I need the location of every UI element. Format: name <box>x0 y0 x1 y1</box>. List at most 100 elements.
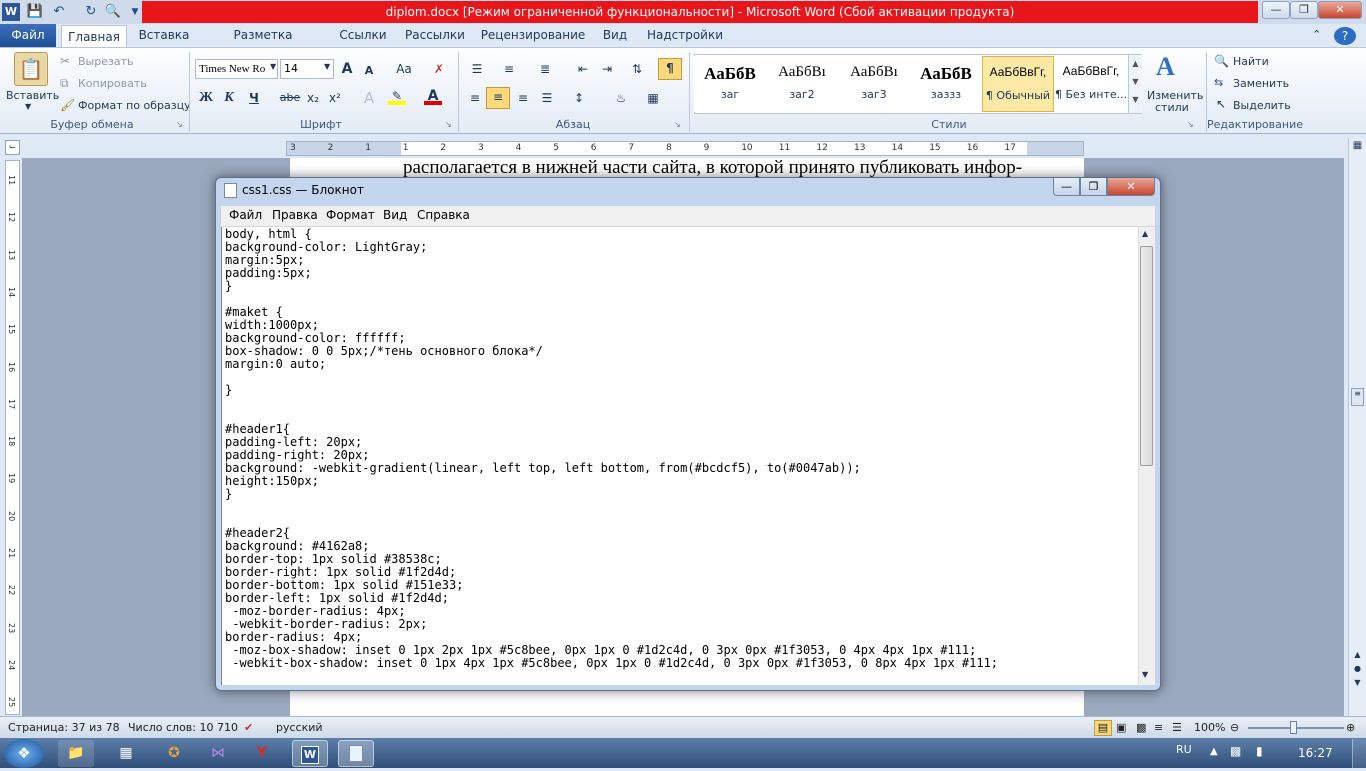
italic-button[interactable]: К <box>220 89 238 107</box>
print-layout-icon[interactable]: ▤ <box>1094 720 1112 736</box>
calculator-taskbar-icon[interactable]: ▦ <box>108 740 144 767</box>
print-preview-icon[interactable]: 🔍 <box>104 3 122 21</box>
visual-studio-taskbar-icon[interactable]: ⋈ <box>200 740 236 767</box>
start-button[interactable]: ❖ <box>4 739 44 768</box>
language-indicator[interactable]: RU <box>1176 743 1192 756</box>
increase-indent-icon[interactable]: ⇥ <box>598 60 616 78</box>
notepad-taskbar-icon[interactable] <box>338 740 374 767</box>
status-language[interactable]: русский <box>276 717 323 739</box>
align-right-icon[interactable]: ≡ <box>514 89 532 107</box>
zoom-slider-thumb[interactable] <box>1290 721 1297 734</box>
redo-icon[interactable]: ↻ <box>82 3 100 21</box>
clear-formatting-icon[interactable]: ✗ <box>430 60 448 78</box>
notepad-text-area[interactable]: body, html { background-color: LightGray… <box>221 227 1138 685</box>
tab-selector-icon[interactable]: ⌙ <box>5 140 20 155</box>
spelling-icon[interactable]: ✔ <box>244 717 253 739</box>
paste-icon[interactable]: 📋 <box>14 52 48 86</box>
zoom-level[interactable]: 100% <box>1194 717 1225 739</box>
status-page[interactable]: Страница: 37 из 78 <box>8 717 120 739</box>
justify-icon[interactable]: ☰ <box>538 89 556 107</box>
tab-insert[interactable]: Вставка <box>136 24 192 47</box>
tray-expand-icon[interactable]: ▲ <box>1210 746 1218 757</box>
change-styles-button-line2[interactable]: стили <box>1155 101 1189 114</box>
document-scrollbar[interactable]: ▦ ≡ ▲ ● ▼ <box>1348 138 1366 716</box>
style-item-no-spacing[interactable]: АаБбВвГг, ¶ Без инте... <box>1055 56 1127 112</box>
borders-icon[interactable]: ▦ <box>644 89 662 107</box>
word-taskbar-icon[interactable]: W <box>292 740 328 767</box>
select-button[interactable]: Выделить <box>1233 99 1291 112</box>
replace-button[interactable]: Заменить <box>1233 77 1289 90</box>
ruler-toggle-icon[interactable]: ▦ <box>1350 140 1365 156</box>
format-painter-button[interactable]: Формат по образцу <box>78 99 191 112</box>
status-words[interactable]: Число слов: 10 710 <box>128 717 238 739</box>
sort-icon[interactable]: ⇅ <box>628 60 646 78</box>
dialog-launcher-icon[interactable]: ↘ <box>674 120 681 129</box>
ribbon-minimize-icon[interactable]: ⌃ <box>1312 28 1321 41</box>
subscript-button[interactable]: x₂ <box>304 89 322 107</box>
text-effects-icon[interactable]: A <box>360 89 378 107</box>
menu-view[interactable]: Вид <box>383 208 407 222</box>
horizontal-ruler[interactable]: 3 2 1 1 2 3 4 5 6 7 8 9 10 11 12 13 14 15 16 17 <box>286 141 1084 156</box>
tab-view[interactable]: Вид <box>598 24 632 47</box>
app-taskbar-icon[interactable]: ✪ <box>156 740 192 767</box>
full-reading-icon[interactable]: ▣ <box>1116 717 1126 739</box>
cut-button[interactable]: Вырезать <box>78 55 133 68</box>
font-name-field[interactable]: Times New Ro <box>195 59 278 79</box>
dialog-launcher-icon[interactable]: ↘ <box>176 120 183 129</box>
dialog-launcher-icon[interactable]: ↘ <box>445 120 452 129</box>
save-icon[interactable]: 💾 <box>26 3 44 21</box>
browse-buttons[interactable]: ▲ ● ▼ <box>1351 648 1364 690</box>
tab-page-layout[interactable]: Разметка страницы <box>204 24 322 65</box>
style-item-zazzz[interactable]: АаБбВ заззз <box>910 56 982 112</box>
explorer-taskbar-icon[interactable]: 📁 <box>58 740 94 767</box>
align-left-icon[interactable]: ≡ <box>466 89 484 107</box>
vertical-ruler[interactable]: 11 12 13 14 15 16 17 18 19 20 21 22 23 24 25 <box>5 160 20 715</box>
align-center-button[interactable]: ≡ <box>486 87 510 109</box>
scroll-up-icon[interactable]: ▲ <box>1142 229 1148 238</box>
maximize-button[interactable]: ❐ <box>1290 1 1318 19</box>
close-button[interactable]: ✕ <box>1318 1 1362 19</box>
font-size-dropdown-icon[interactable]: ▼ <box>324 62 330 71</box>
change-case-button[interactable]: Aa <box>392 60 416 78</box>
yandex-browser-taskbar-icon[interactable]: Y <box>244 740 280 767</box>
menu-format[interactable]: Формат <box>326 208 375 222</box>
copy-button[interactable]: Копировать <box>78 77 147 90</box>
show-desktop-button[interactable] <box>1352 739 1366 768</box>
scroll-thumb[interactable]: ≡ <box>1351 388 1364 406</box>
notepad-minimize-button[interactable]: — <box>1053 178 1080 196</box>
style-item-zag2[interactable]: АаБбВı заг2 <box>766 56 838 112</box>
dialog-launcher-icon[interactable]: ↘ <box>1187 120 1194 129</box>
bullets-icon[interactable]: ☰ <box>468 60 486 78</box>
minimize-button[interactable]: — <box>1262 1 1290 19</box>
superscript-button[interactable]: x² <box>326 89 344 107</box>
bold-button[interactable]: Ж <box>197 89 215 107</box>
find-button[interactable]: Найти <box>1233 55 1269 68</box>
tab-addins[interactable]: Надстройки <box>644 24 726 47</box>
shrink-font-button[interactable]: A <box>360 62 378 80</box>
paste-dropdown-icon[interactable]: ▼ <box>25 102 31 111</box>
grow-font-button[interactable]: A <box>338 60 356 78</box>
outline-icon[interactable]: ≡ <box>1154 717 1163 739</box>
help-icon[interactable]: ? <box>1334 27 1356 45</box>
change-styles-icon[interactable]: A <box>1156 52 1175 82</box>
notepad-maximize-button[interactable]: ❐ <box>1080 178 1107 196</box>
decrease-indent-icon[interactable]: ⇤ <box>574 60 592 78</box>
style-item-zag3[interactable]: АаБбВı заг3 <box>838 56 910 112</box>
menu-edit[interactable]: Правка <box>272 208 318 222</box>
tab-references[interactable]: Ссылки <box>334 24 392 47</box>
notepad-scroll-thumb[interactable] <box>1140 246 1153 466</box>
clock[interactable]: 16:27 <box>1298 746 1333 760</box>
style-item-zag[interactable]: АаБбВ заг <box>694 56 766 112</box>
underline-button[interactable]: Ч <box>245 89 263 107</box>
show-marks-button[interactable]: ¶ <box>658 58 682 80</box>
styles-scroll[interactable]: ▲ ▼ ▼ <box>1128 55 1142 113</box>
highlight-icon[interactable]: ✎ <box>388 87 406 105</box>
line-spacing-icon[interactable]: ↕ <box>570 89 588 107</box>
notepad-close-button[interactable]: ✕ <box>1107 178 1155 196</box>
notepad-app-icon[interactable] <box>224 183 237 198</box>
battery-icon[interactable]: ▮ <box>1256 744 1263 758</box>
draft-icon[interactable]: ☰ <box>1172 717 1182 739</box>
word-app-icon[interactable]: W <box>2 3 20 21</box>
menu-help[interactable]: Справка <box>417 208 470 222</box>
tab-home[interactable]: Главная <box>61 25 127 48</box>
